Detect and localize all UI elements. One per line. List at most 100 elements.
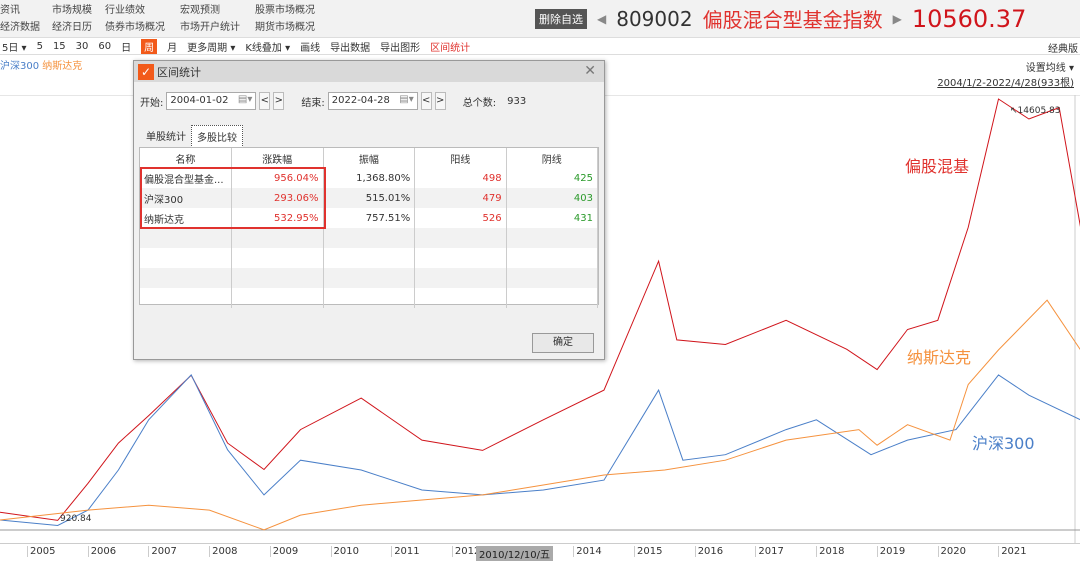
cell-up: 498 <box>414 168 507 188</box>
col-name[interactable]: 名称 <box>140 148 232 168</box>
x-tick-label: 2021 <box>998 546 1027 557</box>
end-label: 结束: <box>301 97 325 109</box>
nav-item[interactable]: 资讯 <box>0 1 20 16</box>
ok-button[interactable]: 确定 <box>532 333 594 353</box>
delete-favorite-button[interactable]: 删除自选 <box>535 8 587 29</box>
x-tick-label: 2008 <box>209 546 238 557</box>
dialog-title: 区间统计 <box>157 65 201 79</box>
col-change[interactable]: 涨跌幅 <box>231 148 324 168</box>
draw-line-button[interactable]: 画线 <box>300 39 320 54</box>
calendar-icon[interactable]: ▤▾ <box>238 94 252 105</box>
table-header: 名称 涨跌幅 振幅 阳线 阴线 <box>140 148 599 168</box>
peak-label: ↖14605.83 <box>1010 106 1060 116</box>
x-tick-label: 2018 <box>816 546 845 557</box>
export-data-button[interactable]: 导出数据 <box>330 39 370 54</box>
date-range-link[interactable]: 2004/1/2-2022/4/28(933根) <box>937 74 1074 89</box>
legend-hs300: 沪深300 <box>0 61 40 72</box>
x-tick-label: 2005 <box>27 546 55 557</box>
nav-item[interactable]: 经济日历 <box>52 18 92 33</box>
kline-overlay-dropdown[interactable]: K线叠加 ▾ <box>245 39 290 54</box>
nav-item[interactable]: 经济数据 <box>0 18 40 33</box>
start-date-input[interactable]: 2004-01-02 ▤▾ <box>166 92 257 110</box>
dialog-tabs: 单股统计 多股比较 <box>141 125 243 148</box>
period-60[interactable]: 60 <box>98 41 111 52</box>
period-5day[interactable]: 5日 ▾ <box>2 39 27 54</box>
date-range-row: 开始: 2004-01-02 ▤▾ < > 结束: 2022-04-28 ▤▾ < … <box>140 92 526 110</box>
cell-up: 479 <box>414 188 507 208</box>
chart-legend: 沪深300 纳斯达克 <box>0 57 82 72</box>
fund-name: 偏股混合型基金指数 <box>702 8 883 32</box>
next-end-button[interactable]: > <box>434 92 446 110</box>
prev-start-button[interactable]: < <box>259 92 271 110</box>
nav-item[interactable]: 股票市场概况 <box>255 1 315 16</box>
x-tick-label: 2020 <box>937 546 966 557</box>
series-line-1 <box>0 374 1080 527</box>
close-icon[interactable]: ✕ <box>584 63 596 79</box>
start-label: 920.84 <box>60 514 92 524</box>
check-icon: ✓ <box>138 63 154 80</box>
period-15[interactable]: 15 <box>53 41 66 52</box>
tab-single-stats[interactable]: 单股统计 <box>141 125 191 148</box>
cursor-date-label: 2010/12/10/五 <box>476 546 554 561</box>
x-tick-label: 2009 <box>269 546 298 557</box>
export-image-button[interactable]: 导出图形 <box>380 39 420 54</box>
legend-nasdaq: 纳斯达克 <box>42 61 83 72</box>
series-label-nasdaq: 纳斯达克 <box>907 348 972 367</box>
series-label-hs300: 沪深300 <box>972 434 1035 453</box>
prev-arrow-icon[interactable]: ◀ <box>597 12 606 26</box>
cell-down: 403 <box>506 188 599 208</box>
x-tick-label: 2011 <box>391 546 420 557</box>
period-5[interactable]: 5 <box>37 41 43 52</box>
calendar-icon[interactable]: ▤▾ <box>399 94 413 105</box>
comparison-table: 名称 涨跌幅 振幅 阳线 阴线 偏股混合型基金... 956.04% 1,368.8… <box>139 147 599 308</box>
total-value: 933 <box>507 95 527 107</box>
period-week[interactable]: 周 <box>141 38 158 54</box>
start-date-value: 2004-01-02 <box>170 95 229 106</box>
interval-stats-button[interactable]: 区间统计 <box>430 39 470 54</box>
start-label: 开始: <box>140 97 164 109</box>
cell-up: 526 <box>414 208 507 228</box>
next-start-button[interactable]: > <box>273 92 285 110</box>
nav-item[interactable]: 市场开户统计 <box>180 18 240 33</box>
end-date-value: 2022-04-28 <box>331 95 390 106</box>
cell-amplitude: 757.51% <box>323 208 416 228</box>
col-amplitude[interactable]: 振幅 <box>323 148 416 168</box>
col-up-bars[interactable]: 阳线 <box>414 148 507 168</box>
cell-down: 431 <box>506 208 599 228</box>
cell-amplitude: 1,368.80% <box>323 168 416 188</box>
current-price: 10560.37 <box>911 4 1027 33</box>
nav-item[interactable]: 市场规模 <box>52 1 92 16</box>
fund-code: 809002 <box>616 6 693 31</box>
x-tick-label: 2015 <box>634 546 662 557</box>
x-tick-label: 2019 <box>876 546 905 557</box>
classic-version-button[interactable]: 经典版 <box>1048 40 1078 55</box>
prev-end-button[interactable]: < <box>420 92 432 110</box>
cell-amplitude: 515.01% <box>323 188 416 208</box>
dialog-header: ✓ 区间统计 ✕ <box>134 61 604 82</box>
interval-stats-dialog: ✓ 区间统计 ✕ 开始: 2004-01-02 ▤▾ < > 结束: 2022-0… <box>133 60 605 360</box>
period-day[interactable]: 日 <box>121 39 131 54</box>
set-moving-average-dropdown[interactable]: 设置均线 ▾ <box>1026 59 1074 74</box>
x-tick-label: 2007 <box>148 546 177 557</box>
nav-item[interactable]: 债券市场概况 <box>105 18 165 33</box>
x-tick-label: 2017 <box>755 546 784 557</box>
more-periods-dropdown[interactable]: 更多周期 ▾ <box>187 39 235 54</box>
x-tick-label: 2014 <box>573 546 602 557</box>
nav-item[interactable]: 宏观预测 <box>180 1 220 16</box>
period-month[interactable]: 月 <box>167 39 177 54</box>
series-label-fund: 偏股混基 <box>905 157 970 176</box>
end-date-input[interactable]: 2022-04-28 ▤▾ <box>327 92 418 110</box>
period-30[interactable]: 30 <box>76 41 89 52</box>
x-axis: 2005 2006 2007 2008 2009 2010 2011 2012 2014 2015… <box>0 543 1080 561</box>
nav-item[interactable]: 行业绩效 <box>105 1 145 16</box>
total-label: 总个数: <box>462 97 497 109</box>
next-arrow-icon[interactable]: ▶ <box>893 12 902 26</box>
col-down-bars[interactable]: 阴线 <box>506 148 599 168</box>
x-tick-label: 2016 <box>694 546 723 557</box>
tab-multi-compare[interactable]: 多股比较 <box>191 125 243 148</box>
nav-item[interactable]: 期货市场概况 <box>255 18 315 33</box>
cell-down: 425 <box>506 168 599 188</box>
x-tick-label: 2010 <box>330 546 359 557</box>
chart-toolbar: 5日 ▾ 5 15 30 60 日 周 月 更多周期 ▾ K线叠加 ▾ 画线 导… <box>0 37 1080 55</box>
title-bar: 删除自选 ◀ 809002 偏股混合型基金指数 ▶ 10560.37 <box>535 4 1026 33</box>
